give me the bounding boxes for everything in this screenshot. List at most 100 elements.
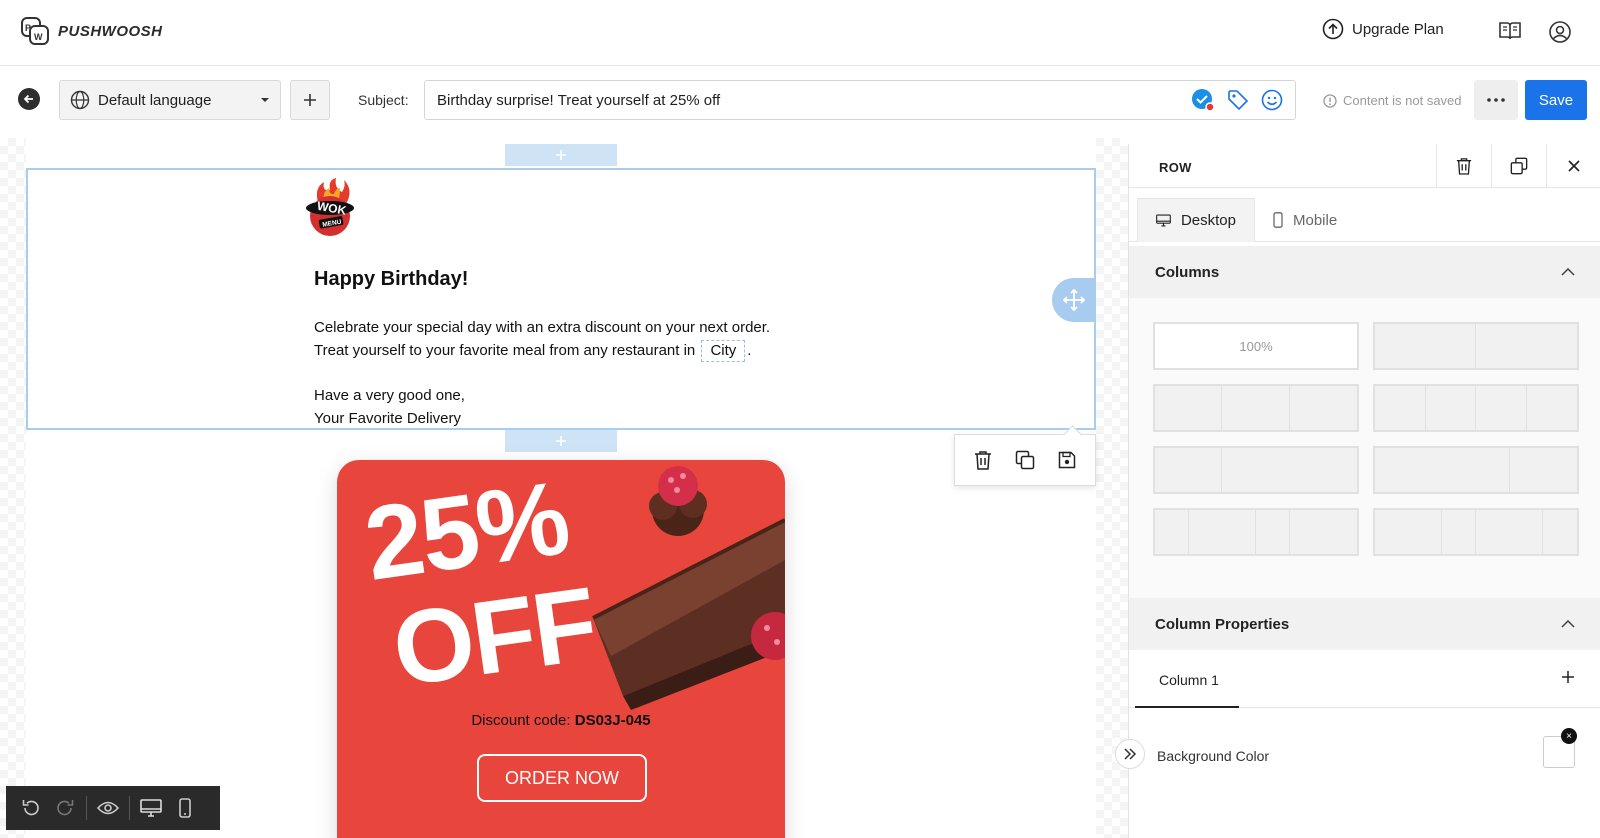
layout-cell-label: 100% — [1239, 338, 1273, 354]
email-signature: Your Favorite Delivery — [314, 410, 462, 427]
layout-mixed-4-columns[interactable] — [1153, 508, 1359, 556]
add-row-above-button[interactable] — [505, 144, 617, 166]
emoji-icon[interactable] — [1261, 89, 1283, 111]
pushwoosh-logo-icon: P W — [21, 17, 49, 45]
duplicate-row-panel-button[interactable] — [1491, 144, 1546, 188]
collapse-panel-button[interactable] — [1115, 739, 1145, 769]
column-properties-section-header[interactable]: Column Properties — [1129, 598, 1600, 650]
trash-icon — [975, 451, 992, 470]
email-line-end: . — [747, 342, 752, 359]
toolbar-divider — [86, 796, 87, 820]
layout-cell — [1290, 386, 1357, 430]
duplicate-row-button[interactable] — [1015, 450, 1035, 470]
wok-menu-logo: WOK MENU — [304, 178, 356, 238]
add-column-button[interactable] — [1561, 670, 1575, 684]
add-language-button[interactable] — [290, 80, 330, 120]
tab-column-1[interactable]: Column 1 — [1135, 654, 1239, 708]
layout-cell — [1442, 510, 1476, 554]
save-status-text: Content is not saved — [1343, 93, 1462, 108]
layout-cell — [1256, 510, 1290, 554]
layout-1-column[interactable]: 100% — [1153, 322, 1359, 370]
tab-mobile-label: Mobile — [1293, 211, 1338, 229]
tab-desktop[interactable]: Desktop — [1137, 198, 1255, 242]
arrow-left-icon — [23, 94, 33, 104]
language-select[interactable]: Default language — [59, 80, 281, 120]
delete-row-panel-button[interactable] — [1436, 144, 1491, 188]
save-row-button[interactable] — [1058, 451, 1076, 469]
subject-input[interactable]: Birthday surprise! Treat yourself at 25%… — [424, 80, 1296, 120]
layout-cell — [1222, 448, 1357, 492]
layout-3-columns[interactable] — [1153, 384, 1359, 432]
tag-icon[interactable] — [1227, 89, 1249, 111]
toolbar-divider — [129, 796, 130, 820]
city-merge-tag[interactable]: City — [701, 340, 746, 362]
column-tabs: Column 1 — [1129, 654, 1600, 708]
layout-mixed-4-columns-alt[interactable] — [1373, 508, 1579, 556]
email-line-text: Treat yourself to your favorite meal fro… — [314, 342, 696, 359]
undo-button[interactable] — [14, 791, 48, 825]
eye-icon — [97, 801, 119, 815]
tab-mobile[interactable]: Mobile — [1255, 198, 1355, 242]
email-line: Celebrate your special day with an extra… — [314, 319, 771, 336]
layout-4-columns[interactable] — [1373, 384, 1579, 432]
layout-cell — [1476, 386, 1527, 430]
user-account-icon[interactable] — [1548, 20, 1572, 44]
move-row-handle[interactable] — [1052, 278, 1096, 322]
trash-icon — [1456, 158, 1472, 175]
add-row-below-button[interactable] — [505, 430, 617, 452]
layout-cell — [1222, 386, 1290, 430]
globe-icon — [70, 90, 90, 110]
layout-cell — [1527, 386, 1578, 430]
layout-2-1-columns[interactable] — [1373, 446, 1579, 494]
desktop-view-button[interactable] — [134, 791, 168, 825]
email-signoff: Have a very good one, — [314, 387, 465, 404]
email-canvas: WOK MENU Happy Birthday! Celebrate your … — [0, 138, 1128, 838]
redo-button[interactable] — [48, 791, 82, 825]
subject-value: Birthday surprise! Treat yourself at 25%… — [437, 91, 721, 109]
info-icon — [1323, 93, 1337, 108]
layout-cell — [1290, 510, 1357, 554]
clear-color-icon[interactable]: × — [1561, 728, 1577, 744]
pushwoosh-logo[interactable]: P W PUSHWOOSH — [20, 16, 163, 46]
mobile-view-button[interactable] — [168, 791, 202, 825]
order-now-button[interactable]: ORDER NOW — [477, 754, 647, 802]
spellcheck-badge-icon[interactable] — [1191, 88, 1215, 112]
layout-cell — [1375, 510, 1443, 554]
panel-header: ROW — [1129, 144, 1600, 188]
desktop-icon — [1156, 214, 1171, 227]
editor-toolbar: Default language Subject: Birthday surpr… — [0, 66, 1600, 138]
layout-1-2-columns[interactable] — [1153, 446, 1359, 494]
svg-text:W: W — [34, 32, 43, 42]
layout-cell — [1155, 510, 1189, 554]
save-button[interactable]: Save — [1525, 80, 1587, 120]
language-value: Default language — [98, 91, 212, 109]
plus-icon — [556, 436, 566, 446]
desktop-icon — [140, 799, 162, 817]
upgrade-plan-button[interactable]: Upgrade Plan — [1322, 18, 1444, 40]
layout-cell — [1510, 448, 1577, 492]
layout-cell — [1426, 386, 1476, 430]
preview-button[interactable] — [91, 791, 125, 825]
upload-circle-icon — [1322, 18, 1344, 40]
background-color-row: Background Color × — [1129, 710, 1600, 800]
upgrade-plan-label: Upgrade Plan — [1352, 20, 1444, 38]
chevron-up-icon — [1561, 268, 1575, 276]
logo-text: PUSHWOOSH — [58, 22, 163, 40]
docs-book-icon[interactable] — [1498, 20, 1522, 42]
more-dots-icon — [1487, 98, 1505, 102]
row-actions-popover — [954, 434, 1096, 486]
caret-down-icon — [261, 98, 269, 102]
close-icon — [1568, 160, 1580, 172]
back-button[interactable] — [18, 88, 40, 110]
layout-2-columns[interactable] — [1373, 322, 1579, 370]
plus-icon — [304, 94, 316, 106]
close-panel-button[interactable] — [1546, 144, 1600, 188]
columns-section-header[interactable]: Columns — [1129, 246, 1600, 298]
layout-cell — [1375, 386, 1426, 430]
more-options-button[interactable] — [1474, 80, 1518, 120]
canvas-bottom-toolbar — [6, 786, 220, 830]
duplicate-icon — [1015, 450, 1035, 470]
layout-cell — [1189, 510, 1256, 554]
undo-icon — [22, 800, 39, 816]
delete-row-button[interactable] — [974, 450, 992, 470]
